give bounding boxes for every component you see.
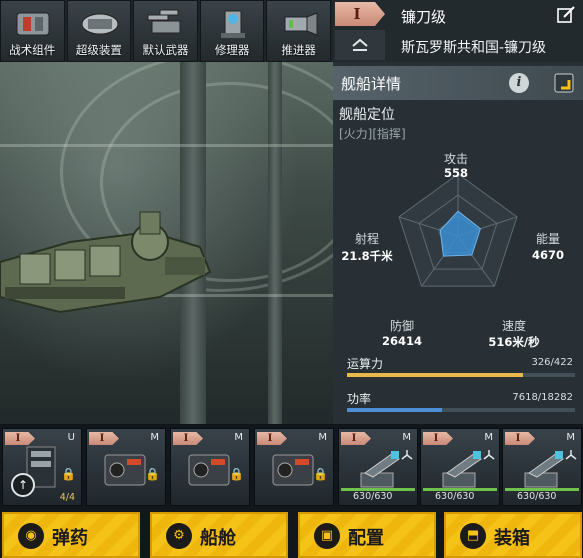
- panel-header: 舰船详情 i: [333, 66, 583, 100]
- compute-value: 326/422: [531, 357, 573, 368]
- slot-health: 630/630: [517, 491, 557, 502]
- button-label: 装箱: [494, 528, 530, 549]
- stat-energy-label: 能量: [535, 232, 560, 246]
- equipment-slot-3[interactable]: I M 🔒: [170, 428, 250, 506]
- equipment-slot-2[interactable]: I M 🔒: [86, 428, 166, 506]
- edit-icon[interactable]: [557, 6, 575, 24]
- stat-speed-label: 速度: [501, 319, 526, 333]
- equipment-slot-5[interactable]: I M 630/630: [338, 428, 418, 506]
- module-repairer[interactable]: 修理器: [199, 0, 265, 62]
- cabin-icon: ⚙: [166, 523, 192, 549]
- equipment-slot-1[interactable]: I U 🔒 4/4 ↑: [2, 428, 82, 506]
- stat-attack-label: 攻击: [443, 152, 468, 166]
- module-label: 修理器: [214, 43, 250, 57]
- equipment-slot-7[interactable]: I M 630/630: [502, 428, 582, 506]
- role-heading: 舰船定位: [339, 107, 395, 123]
- config-button[interactable]: ▣ 配置: [298, 512, 436, 558]
- default-weapon-icon: [147, 9, 181, 34]
- power-bar-fill: [347, 408, 443, 412]
- ship-details-panel: 舰船详情 i 舰船定位 [火力][指挥] 攻击 558 能量 4670 射程 2…: [333, 62, 583, 424]
- role-tags: [火力][指挥]: [339, 127, 406, 141]
- equipment-slot-6[interactable]: I M 630/630: [420, 428, 500, 506]
- hangar-rail: [0, 144, 333, 147]
- module-default-weapon[interactable]: 默认武器: [133, 0, 198, 62]
- button-label: 弹药: [52, 528, 88, 549]
- button-label: 配置: [348, 528, 384, 549]
- bottom-action-bar: ◉ 弹药 ⚙ 船舱 ▣ 配置 ⬒ 装箱: [0, 512, 583, 558]
- module-equipment-icon: [272, 454, 314, 486]
- stat-range-value: 21.8千米: [341, 249, 393, 263]
- fan-icon: [483, 450, 495, 460]
- config-icon: ▣: [314, 523, 340, 549]
- turret-equipment-icon: [360, 451, 400, 488]
- compute-bar: [347, 373, 575, 377]
- super-device-icon: [81, 13, 119, 35]
- module-bar: 战术组件 超级装置 默认武器 修理器 推进器: [0, 0, 333, 62]
- module-label: 超级装置: [75, 43, 122, 57]
- slot-health: 630/630: [353, 491, 393, 502]
- ship-model[interactable]: [0, 202, 220, 332]
- upgrade-button[interactable]: ↑: [11, 473, 35, 497]
- ship-fullname: 斯瓦罗斯共和国-镰刀级: [401, 40, 547, 56]
- chevron-up-icon: [352, 38, 368, 51]
- slot-type: M: [234, 432, 243, 443]
- stat-defense-label: 防御: [389, 319, 414, 333]
- lock-icon: 🔒: [61, 467, 76, 481]
- equipment-slot-4[interactable]: I M 🔒: [254, 428, 334, 506]
- stat-energy-value: 4670: [531, 248, 564, 262]
- ship-name: 镰刀级: [401, 8, 447, 26]
- module-tactical[interactable]: 战术组件: [0, 0, 65, 62]
- button-label: 船舱: [200, 528, 236, 549]
- collapse-button[interactable]: [335, 30, 385, 60]
- ammo-button[interactable]: ◉ 弹药: [2, 512, 140, 558]
- lock-icon: 🔒: [229, 467, 244, 481]
- lock-icon: 🔒: [145, 467, 160, 481]
- tier-tag: I: [335, 2, 385, 26]
- module-label: 默认武器: [142, 43, 189, 57]
- stat-attack-value: 558: [443, 166, 468, 180]
- slot-count: 4/4: [59, 492, 75, 503]
- tactical-module-icon: [16, 12, 50, 36]
- compute-label: 运算力: [347, 357, 384, 371]
- module-thruster[interactable]: 推进器: [266, 0, 331, 62]
- slot-type: U: [67, 432, 75, 443]
- turret-equipment-icon: [524, 451, 564, 488]
- slot-type: M: [318, 432, 327, 443]
- slot-type: M: [484, 432, 493, 443]
- slot-type: M: [150, 432, 159, 443]
- slot-type: M: [402, 432, 411, 443]
- module-equipment-icon: [188, 454, 230, 486]
- panel-title: 舰船详情: [341, 75, 402, 93]
- repairer-icon: [220, 10, 245, 38]
- info-icon[interactable]: i: [509, 73, 529, 93]
- stat-speed-value: 516米/秒: [488, 335, 540, 349]
- module-label: 战术组件: [9, 43, 56, 57]
- stat-range-label: 射程: [354, 232, 379, 246]
- module-super-device[interactable]: 超级装置: [66, 0, 132, 62]
- turret-equipment-icon: [442, 451, 482, 488]
- power-label: 功率: [347, 392, 372, 406]
- power-value: 7618/18282: [512, 392, 573, 403]
- lock-icon: 🔒: [313, 467, 328, 481]
- module-label: 推进器: [281, 43, 316, 57]
- cabin-button[interactable]: ⚙ 船舱: [150, 512, 288, 558]
- power-bar: [347, 408, 575, 412]
- expand-corner-icon[interactable]: [553, 72, 575, 94]
- module-equipment-icon: [104, 454, 146, 486]
- compute-bar-fill: [347, 373, 524, 377]
- fan-icon: [401, 450, 413, 460]
- ammo-icon: ◉: [18, 523, 44, 549]
- stat-defense-value: 26414: [381, 334, 422, 348]
- thruster-icon: [284, 12, 318, 36]
- fan-icon: [565, 450, 577, 460]
- hangar-pillar: [268, 62, 282, 424]
- crate-button[interactable]: ⬒ 装箱: [444, 512, 582, 558]
- slot-health: 630/630: [435, 491, 475, 502]
- slot-type: M: [566, 432, 575, 443]
- crate-icon: ⬒: [460, 523, 486, 549]
- ship-header: I 镰刀级 斯瓦罗斯共和国-镰刀级: [333, 0, 583, 62]
- equipment-row: I U 🔒 4/4 ↑ I M 🔒 I M 🔒 I M 🔒 I M 630/630 I M 630/630 I M 630/…: [0, 424, 583, 512]
- hangar-scene: [0, 62, 333, 424]
